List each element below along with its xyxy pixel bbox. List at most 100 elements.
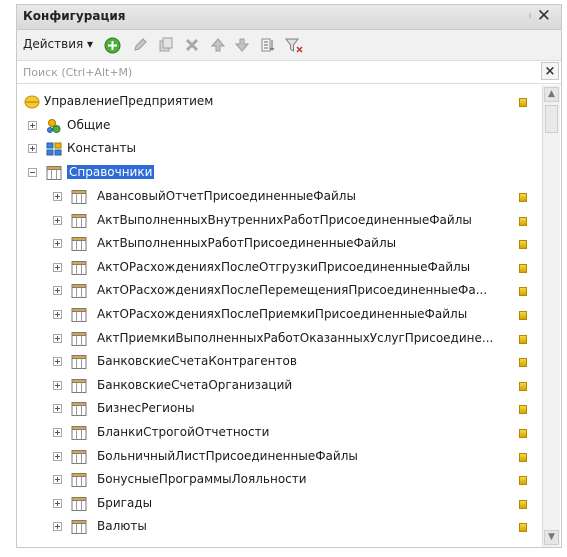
catalog-item-icon xyxy=(71,401,87,417)
metadata-tree: УправлениеПредприятием Общие Константы С… xyxy=(17,85,533,547)
title-bar: Конфигурация ₗ ✕ xyxy=(17,5,561,30)
catalog-item-label: БланкиСтрогойОтчетности xyxy=(97,425,270,439)
expand-icon[interactable] xyxy=(53,498,62,508)
expand-icon[interactable] xyxy=(53,380,62,390)
lock-icon xyxy=(519,452,527,462)
actions-menu[interactable]: Действия ▾ xyxy=(23,37,93,51)
catalog-item-icon xyxy=(71,378,87,394)
catalog-item-label: БанковскиеСчетаКонтрагентов xyxy=(97,354,297,369)
catalog-item-icon xyxy=(71,496,87,512)
catalog-item-label: АвансовыйОтчетПрисоединенныеФайлы xyxy=(97,189,356,203)
search-clear-button[interactable]: × xyxy=(541,62,559,80)
catalog-item-label: БольничныйЛистПрисоединенныеФайлы xyxy=(97,448,358,463)
catalog-item-label: БанковскиеСчетаОрганизаций xyxy=(97,377,293,392)
catalog-item[interactable]: АктПриемкиВыполненныхРаботОказанныхУслуг… xyxy=(17,328,533,350)
scrollbar[interactable]: ▲ ▼ xyxy=(542,85,560,547)
tree-root[interactable]: УправлениеПредприятием xyxy=(17,91,533,113)
catalog-item-icon xyxy=(71,283,87,299)
tree-item-label: Общие xyxy=(67,118,111,132)
filter-icon[interactable] xyxy=(285,36,303,54)
catalog-item[interactable]: БольничныйЛистПрисоединенныеФайлы xyxy=(17,446,533,468)
sort-icon[interactable] xyxy=(259,36,277,54)
catalog-item[interactable]: БанковскиеСчетаОрганизаций xyxy=(17,375,533,397)
common-icon xyxy=(46,118,62,134)
catalog-item-icon xyxy=(71,472,87,488)
tree-item-common[interactable]: Общие xyxy=(17,115,533,137)
expand-icon[interactable] xyxy=(53,522,62,532)
collapse-icon[interactable] xyxy=(28,168,37,177)
expand-icon[interactable] xyxy=(53,192,62,201)
catalog-item[interactable]: Валюты xyxy=(17,516,533,538)
catalog-item-icon xyxy=(71,213,87,229)
expand-icon[interactable] xyxy=(53,404,62,414)
catalog-item-label: АктПриемкиВыполненныхРаботОказанныхУслуг… xyxy=(97,330,494,345)
edit-icon[interactable] xyxy=(131,36,149,54)
catalog-item-label: БонусныеПрограммыЛояльности xyxy=(97,472,307,487)
lock-icon xyxy=(519,240,527,250)
catalog-item-icon xyxy=(71,236,87,252)
scroll-thumb[interactable] xyxy=(545,105,558,133)
lock-icon xyxy=(519,476,527,486)
lock-icon xyxy=(519,334,527,344)
lock-icon xyxy=(519,405,527,415)
window-title: Конфигурация xyxy=(23,9,126,23)
expand-icon[interactable] xyxy=(28,144,37,153)
search-bar: × xyxy=(17,61,561,84)
lock-icon xyxy=(519,499,527,509)
expand-icon[interactable] xyxy=(53,451,62,461)
scroll-down-button[interactable]: ▼ xyxy=(544,530,559,545)
lock-icon xyxy=(519,263,527,273)
expand-icon[interactable] xyxy=(53,262,62,272)
catalog-item[interactable]: БанковскиеСчетаКонтрагентов xyxy=(17,351,533,373)
catalog-item[interactable]: БонусныеПрограммыЛояльности xyxy=(17,469,533,491)
tree-item-catalogs[interactable]: Справочники xyxy=(17,162,533,184)
catalog-item[interactable]: Бригады xyxy=(17,493,533,515)
expand-icon[interactable] xyxy=(53,333,62,343)
constants-icon xyxy=(46,141,62,157)
lock-icon xyxy=(519,523,527,533)
lock-icon xyxy=(519,358,527,368)
copy-icon[interactable] xyxy=(157,36,175,54)
catalog-item[interactable]: БизнесРегионы xyxy=(17,398,533,420)
lock-icon xyxy=(519,287,527,297)
catalog-item-icon xyxy=(71,189,87,205)
expand-icon[interactable] xyxy=(53,215,62,225)
catalog-item-label: Бригады xyxy=(97,495,153,510)
move-up-icon[interactable] xyxy=(209,36,227,54)
catalog-item[interactable]: АктОРасхожденияхПослеПеремещенияПрисоеди… xyxy=(17,280,533,302)
expand-icon[interactable] xyxy=(53,475,62,485)
catalog-icon xyxy=(46,165,62,181)
scroll-up-button[interactable]: ▲ xyxy=(544,87,559,102)
catalog-item[interactable]: АвансовыйОтчетПрисоединенныеФайлы xyxy=(17,186,533,208)
catalog-item[interactable]: АктВыполненныхРаботПрисоединенныеФайлы xyxy=(17,233,533,255)
catalog-item[interactable]: АктОРасхожденияхПослеОтгрузкиПрисоединен… xyxy=(17,257,533,279)
tree-item-constants[interactable]: Константы xyxy=(17,138,533,160)
expand-icon[interactable] xyxy=(53,239,62,249)
close-button[interactable]: ✕ xyxy=(537,6,551,26)
add-icon[interactable] xyxy=(103,36,121,54)
expand-icon[interactable] xyxy=(53,310,62,319)
catalog-item-label: АктОРасхожденияхПослеОтгрузкиПрисоединен… xyxy=(97,259,471,274)
lock-icon xyxy=(519,216,527,226)
catalog-item-icon xyxy=(71,354,87,370)
delete-icon[interactable] xyxy=(183,36,201,54)
catalog-item-icon xyxy=(71,449,87,465)
catalog-item[interactable]: АктОРасхожденияхПослеПриемкиПрисоединенн… xyxy=(17,304,533,326)
expand-icon[interactable] xyxy=(53,428,62,437)
tree-root-label: УправлениеПредприятием xyxy=(44,94,214,108)
config-root-icon xyxy=(24,94,40,110)
catalog-item[interactable]: АктВыполненныхВнутреннихРаботПрисоединен… xyxy=(17,210,533,232)
move-down-icon[interactable] xyxy=(233,36,251,54)
expand-icon[interactable] xyxy=(28,121,37,130)
catalog-item-label: АктОРасхожденияхПослеПриемкиПрисоединенн… xyxy=(97,307,468,321)
pin-icon[interactable]: ₗ xyxy=(529,8,531,21)
catalog-item[interactable]: БланкиСтрогойОтчетности xyxy=(17,422,533,444)
lock-icon xyxy=(519,381,527,391)
expand-icon[interactable] xyxy=(53,286,62,296)
search-input[interactable] xyxy=(21,63,535,81)
catalog-item-label: АктОРасхожденияхПослеПеремещенияПрисоеди… xyxy=(97,283,488,298)
catalog-item-icon xyxy=(71,260,87,276)
expand-icon[interactable] xyxy=(53,357,62,367)
catalog-item-label: Валюты xyxy=(97,519,147,534)
toolbar: Действия ▾ xyxy=(17,30,561,61)
